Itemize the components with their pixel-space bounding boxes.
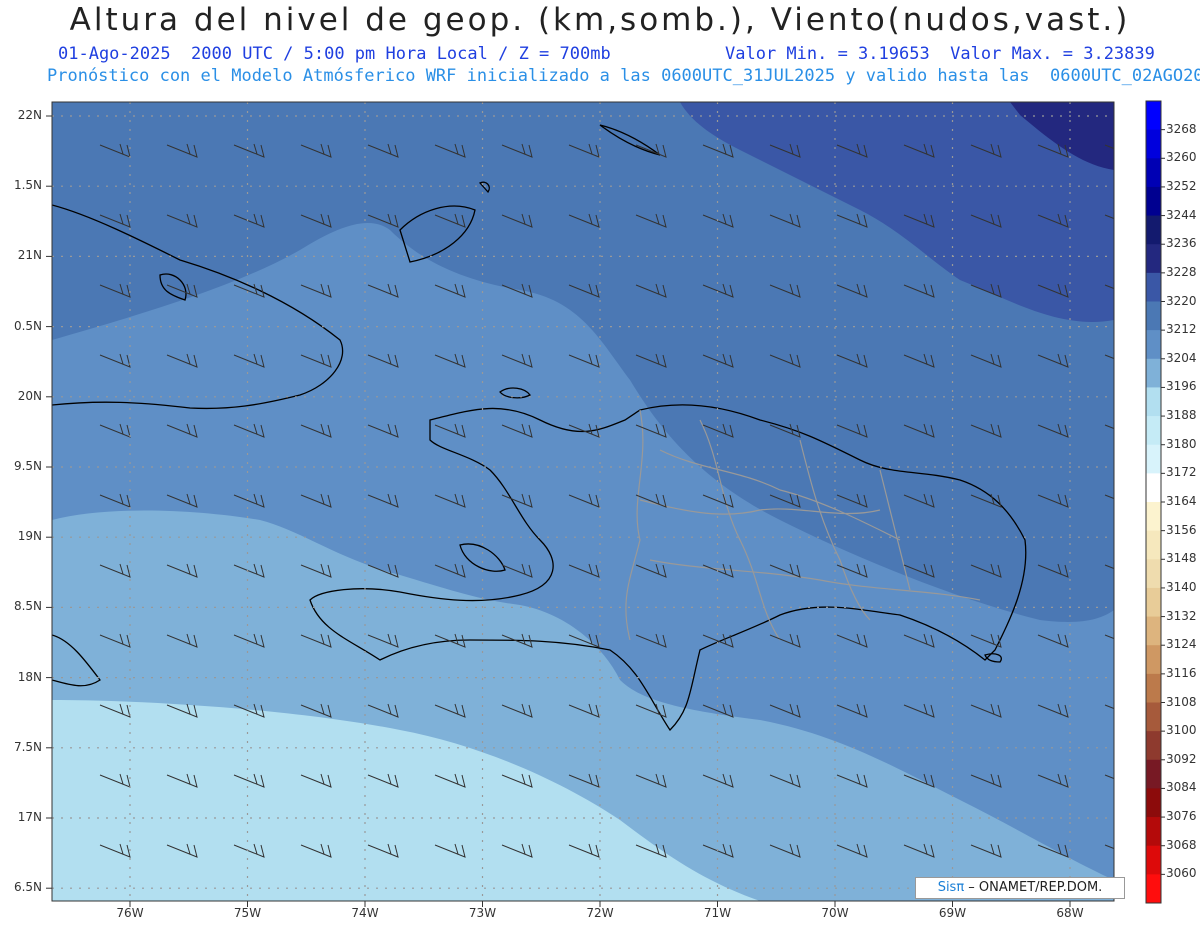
- colorbar-swatch: [1146, 444, 1161, 474]
- latitude-label: 6.5N: [13, 880, 42, 895]
- wind-barb: [770, 914, 800, 927]
- colorbar-swatch: [1146, 817, 1161, 847]
- colorbar-swatch: [1146, 387, 1161, 417]
- colorbar-swatch: [1146, 788, 1161, 818]
- colorbar-label: 3196: [1166, 379, 1197, 394]
- latitude-label: 20N: [17, 388, 42, 403]
- colorbar-swatch: [1146, 215, 1161, 245]
- wind-barb: [435, 914, 465, 927]
- colorbar-swatch: [1146, 645, 1161, 675]
- latitude-label: 7.5N: [13, 739, 42, 754]
- colorbar-label: 3092: [1166, 751, 1197, 766]
- colorbar-label: 3268: [1166, 121, 1197, 136]
- longitude-label: 76W: [116, 906, 144, 920]
- colorbar-swatch: [1146, 129, 1161, 159]
- colorbar-swatch: [1146, 530, 1161, 560]
- colorbar-swatch: [1146, 301, 1161, 331]
- longitude-label: 74W: [351, 906, 379, 920]
- colorbar-swatch: [1146, 101, 1161, 131]
- colorbar-label: 3228: [1166, 264, 1197, 279]
- colorbar-swatch: [1146, 358, 1161, 388]
- colorbar-label: 3156: [1166, 522, 1197, 537]
- colorbar-label: 3076: [1166, 809, 1197, 824]
- colorbar-label: 3124: [1166, 637, 1197, 652]
- colorbar-swatch: [1146, 759, 1161, 789]
- colorbar-label: 3204: [1166, 350, 1197, 365]
- longitude-label: 70W: [821, 906, 849, 920]
- longitude-label: 68W: [1056, 906, 1084, 920]
- latitude-label: 22N: [17, 108, 42, 122]
- colorbar-label: 3116: [1166, 665, 1197, 680]
- colorbar-label: 3060: [1166, 866, 1197, 881]
- colorbar-label: 3132: [1166, 608, 1197, 623]
- colorbar-swatch: [1146, 158, 1161, 188]
- longitude-label: 69W: [938, 906, 967, 920]
- colorbar-swatch: [1146, 702, 1161, 732]
- colorbar-swatch: [1146, 673, 1161, 703]
- colorbar-swatch: [1146, 186, 1161, 217]
- colorbar-swatch: [1146, 244, 1161, 274]
- longitude-label: 71W: [703, 906, 732, 920]
- colorbar-swatch: [1146, 272, 1161, 302]
- wind-barb: [971, 914, 1001, 927]
- colorbar-swatch: [1146, 587, 1161, 618]
- colorbar-label: 3180: [1166, 436, 1197, 451]
- credit-text: – ONAMET/REP.DOM.: [964, 880, 1103, 895]
- colorbar: [1145, 100, 1165, 904]
- colorbar-swatch: [1146, 731, 1161, 761]
- latitude-label: 9.5N: [13, 459, 42, 473]
- colorbar-swatch: [1146, 874, 1161, 904]
- colorbar-swatch: [1146, 330, 1161, 360]
- colorbar-swatch: [1146, 559, 1161, 589]
- colorbar-swatch: [1146, 502, 1161, 532]
- colorbar-label: 3140: [1166, 579, 1197, 594]
- wind-barb: [636, 914, 666, 927]
- wind-barb: [1105, 914, 1135, 927]
- colorbar-label: 3164: [1166, 494, 1197, 508]
- colorbar-label: 3172: [1166, 465, 1197, 480]
- sispi-logo: Sisπ: [937, 880, 965, 895]
- colorbar-label: 3220: [1166, 293, 1197, 308]
- longitude-label: 73W: [468, 906, 497, 920]
- colorbar-label: 3148: [1166, 551, 1197, 566]
- latitude-label: 8.5N: [13, 599, 42, 614]
- wind-barb: [167, 914, 197, 927]
- colorbar-label: 3244: [1166, 207, 1197, 222]
- wind-barb: [904, 914, 934, 927]
- latitude-label: 1.5N: [13, 178, 42, 193]
- colorbar-label: 3084: [1166, 780, 1197, 795]
- wind-barb: [301, 914, 331, 927]
- colorbar-label: 3068: [1166, 837, 1197, 852]
- colorbar-swatch: [1146, 616, 1161, 646]
- longitude-label: 72W: [586, 906, 614, 920]
- colorbar-label: 3108: [1166, 694, 1197, 709]
- credit-badge: Sisπ – ONAMET/REP.DOM.: [915, 877, 1125, 899]
- colorbar-label: 3188: [1166, 408, 1197, 423]
- colorbar-label: 3252: [1166, 178, 1197, 193]
- map-canvas: [46, 100, 1165, 927]
- colorbar-swatch: [1146, 416, 1161, 446]
- geopotential-field: [52, 102, 1135, 927]
- latitude-label: 17N: [17, 810, 42, 824]
- latitude-label: 0.5N: [13, 318, 42, 333]
- latitude-label: 19N: [17, 529, 42, 544]
- latitude-label: 21N: [17, 248, 42, 263]
- colorbar-label: 3260: [1166, 150, 1197, 165]
- colorbar-label: 3100: [1166, 723, 1197, 738]
- latitude-label: 18N: [17, 669, 42, 684]
- colorbar-swatch: [1146, 845, 1161, 875]
- colorbar-label: 3236: [1166, 236, 1197, 251]
- wind-barb: [502, 914, 532, 927]
- colorbar-swatch: [1146, 473, 1161, 503]
- longitude-label: 75W: [233, 906, 262, 920]
- colorbar-label: 3212: [1166, 322, 1197, 337]
